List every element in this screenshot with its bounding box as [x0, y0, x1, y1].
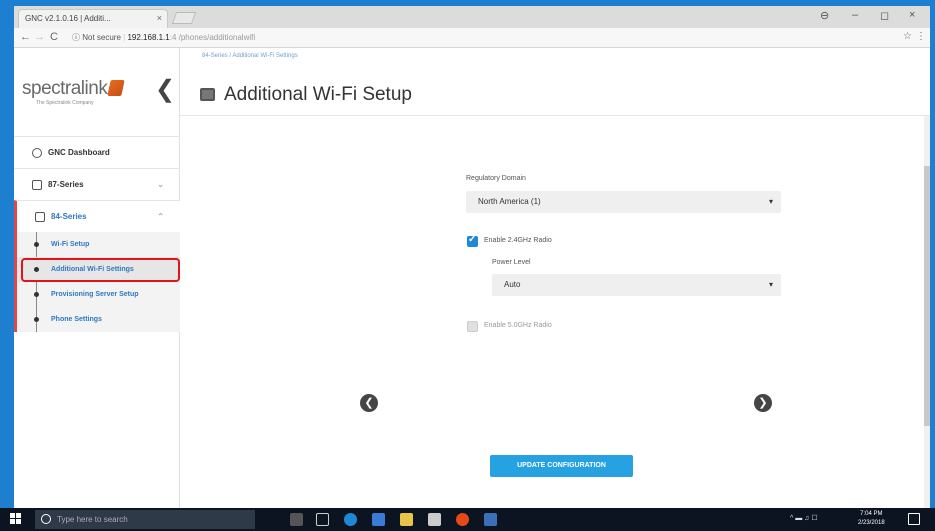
windows-taskbar: Type here to search ^ ▬ ♫ ☐ 7:04 PM 2/23… [0, 508, 935, 531]
chrome-icon[interactable] [456, 513, 469, 526]
sidebar-item-label: 87-Series [48, 180, 84, 189]
page-header: 84-Series / Additional Wi-Fi Settings Ad… [180, 48, 930, 116]
mail-icon[interactable] [428, 513, 441, 526]
logo-mark-icon [107, 80, 126, 96]
sidebar-item-label: 84-Series [51, 212, 87, 221]
caret-down-icon: ▾ [768, 197, 773, 206]
back-button[interactable]: ← [20, 31, 31, 43]
bullet-icon [34, 292, 39, 297]
microphone-icon[interactable] [290, 513, 303, 526]
app-icon[interactable] [484, 513, 497, 526]
phone-icon [32, 180, 42, 190]
taskbar-search-input[interactable]: Type here to search [35, 510, 255, 529]
windows-start-icon[interactable] [10, 513, 22, 525]
scrollbar-thumb[interactable] [924, 166, 930, 426]
notification-center-icon[interactable] [908, 513, 920, 525]
sidebar-nav: GNC Dashboard 87-Series ⌄ 84-Series ⌃ Wi… [14, 136, 180, 332]
logo-text: spectralink [22, 78, 108, 99]
sidebar-subitem-label: Wi-Fi Setup [51, 241, 90, 248]
breadcrumb[interactable]: 84-Series / Additional Wi-Fi Settings [202, 53, 298, 59]
power-level-select[interactable]: Auto ▾ [492, 274, 781, 296]
update-configuration-button[interactable]: UPDATE CONFIGURATION [490, 455, 633, 477]
logo-subtitle: The Spectralink Company [36, 100, 94, 106]
info-icon[interactable]: ⓘ [72, 33, 80, 42]
profile-icon[interactable]: ⊖ [820, 9, 829, 22]
regulatory-domain-label: Regulatory Domain [466, 175, 526, 182]
file-explorer-icon[interactable] [400, 513, 413, 526]
enable-24ghz-checkbox[interactable] [467, 234, 478, 247]
clock-date: 2/23/2018 [858, 520, 885, 526]
enable-24ghz-label: Enable 2.4GHz Radio [484, 237, 552, 244]
chevron-up-icon: ⌃ [157, 212, 164, 221]
app-content: spectralink The Spectralink Company ❮ GN… [14, 48, 930, 508]
sidebar-item-label: GNC Dashboard [48, 148, 110, 157]
dashboard-icon [32, 148, 42, 158]
sidebar: spectralink The Spectralink Company ❮ GN… [14, 48, 180, 508]
sidebar-subitem-additional-wifi-settings[interactable]: Additional Wi-Fi Settings [17, 257, 180, 282]
forward-button[interactable]: → [34, 31, 45, 43]
bullet-icon [34, 317, 39, 322]
bookmark-star-icon[interactable]: ☆ [903, 31, 912, 42]
chevron-down-icon: ⌄ [157, 180, 164, 189]
sidebar-subitem-label: Provisioning Server Setup [51, 291, 139, 298]
red-highlight-box [21, 258, 180, 282]
close-window-button[interactable]: × [909, 9, 915, 21]
spectralink-logo: spectralink [22, 78, 126, 100]
maximize-button[interactable]: ◻ [880, 9, 889, 22]
minimize-button[interactable]: – [852, 9, 858, 21]
page-title: Additional Wi-Fi Setup [224, 84, 412, 105]
sidebar-item-gnc-dashboard[interactable]: GNC Dashboard [14, 136, 180, 168]
address-bar: ← → C ⓘ Not secure | 192.168.1.1:4 /phon… [14, 28, 930, 48]
bullet-icon [34, 242, 39, 247]
regulatory-domain-select[interactable]: North America (1) ▾ [466, 191, 781, 213]
store-icon[interactable] [372, 513, 385, 526]
sidebar-item-87-series[interactable]: 87-Series ⌄ [14, 168, 180, 200]
enable-5ghz-label: Enable 5.0GHz Radio [484, 322, 552, 329]
reload-button[interactable]: C [50, 31, 58, 43]
browser-menu-icon[interactable]: ⋮ [916, 31, 926, 42]
power-level-value: Auto [504, 280, 521, 289]
new-tab-button[interactable] [171, 12, 197, 24]
browser-tab[interactable]: GNC v2.1.0.16 | Additi... × [18, 9, 168, 28]
regulatory-domain-value: North America (1) [478, 197, 541, 206]
caret-down-icon: ▾ [768, 280, 773, 289]
sidebar-submenu-84-series: Wi-Fi Setup Additional Wi-Fi Settings Pr… [14, 232, 180, 332]
clock-time: 7:04 PM [860, 511, 883, 517]
tab-close-icon[interactable]: × [157, 13, 162, 23]
enable-5ghz-checkbox[interactable] [467, 321, 478, 332]
sidebar-subitem-wifi-setup[interactable]: Wi-Fi Setup [17, 232, 180, 257]
sidebar-item-84-series[interactable]: 84-Series ⌃ [14, 200, 180, 232]
previous-arrow-button[interactable]: ❮ [360, 394, 378, 412]
next-arrow-button[interactable]: ❯ [754, 394, 772, 412]
phone-icon [35, 212, 45, 222]
url-path: :4 /phones/additionalwifi [169, 33, 256, 42]
sidebar-subitem-provisioning-server-setup[interactable]: Provisioning Server Setup [17, 282, 180, 307]
security-label: Not secure [82, 33, 121, 42]
tab-strip: GNC v2.1.0.16 | Additi... × ⊖ – ◻ × [14, 6, 930, 28]
edge-browser-icon[interactable] [344, 513, 357, 526]
taskbar-search-placeholder: Type here to search [57, 515, 128, 524]
sidebar-subitem-phone-settings[interactable]: Phone Settings [17, 307, 180, 332]
url-host: 192.168.1.1 [127, 33, 170, 42]
cortana-icon [41, 514, 51, 524]
system-tray-icons[interactable]: ^ ▬ ♫ ☐ [790, 514, 818, 522]
task-view-icon[interactable] [316, 513, 329, 526]
sidebar-subitem-label: Phone Settings [51, 316, 102, 323]
phone-icon [200, 88, 215, 101]
tab-title: GNC v2.1.0.16 | Additi... [25, 14, 111, 23]
sidebar-collapse-button[interactable]: ❮ [155, 75, 175, 104]
url-input[interactable]: ⓘ Not secure | 192.168.1.1:4 /phones/add… [72, 31, 907, 45]
power-level-label: Power Level [492, 259, 531, 266]
scrollbar[interactable] [924, 116, 930, 508]
taskbar-clock[interactable]: 7:04 PM 2/23/2018 [858, 510, 885, 528]
browser-window: GNC v2.1.0.16 | Additi... × ⊖ – ◻ × ← → … [14, 6, 930, 508]
